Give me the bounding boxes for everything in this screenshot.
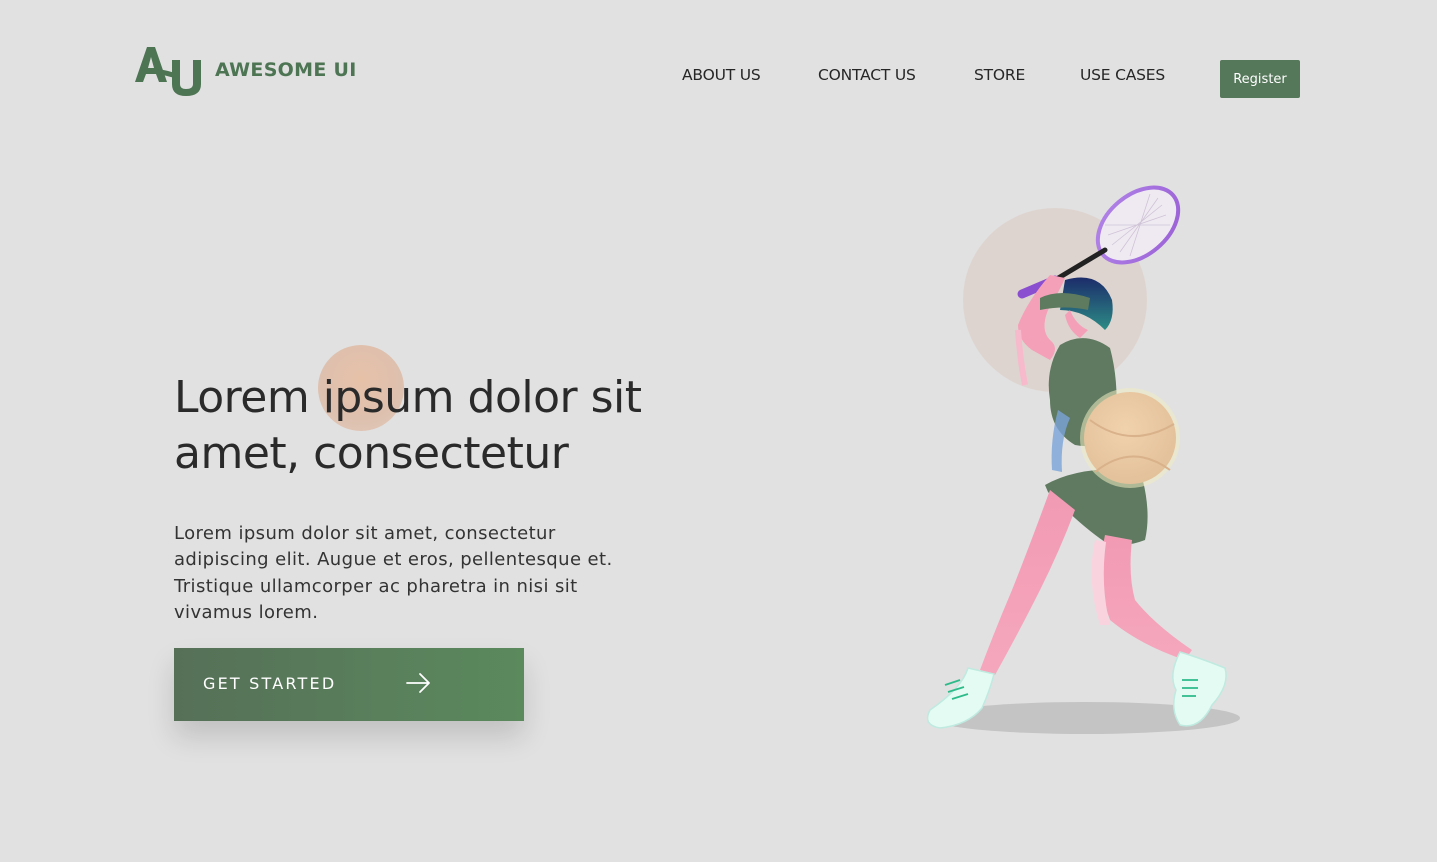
player-right-leg: [1101, 535, 1192, 660]
nav-contact-us[interactable]: CONTACT US: [818, 66, 916, 84]
nav-about-us[interactable]: ABOUT US: [682, 66, 761, 84]
nav-store[interactable]: STORE: [974, 66, 1025, 84]
hero-subtitle: Lorem ipsum dolor sit amet, consectetur …: [174, 523, 613, 624]
get-started-button[interactable]: GET STARTED: [174, 648, 524, 721]
hero-title: Lorem ipsum dolor sit amet, consectetur: [174, 372, 642, 479]
tennis-player-illustration: [926, 185, 1240, 734]
register-button[interactable]: Register: [1220, 60, 1300, 98]
tennis-ball-icon: [1080, 388, 1180, 488]
get-started-label: GET STARTED: [203, 674, 337, 693]
arrow-right-icon: [406, 673, 430, 693]
player-left-leg: [980, 490, 1075, 675]
nav-use-cases[interactable]: USE CASES: [1080, 66, 1165, 84]
